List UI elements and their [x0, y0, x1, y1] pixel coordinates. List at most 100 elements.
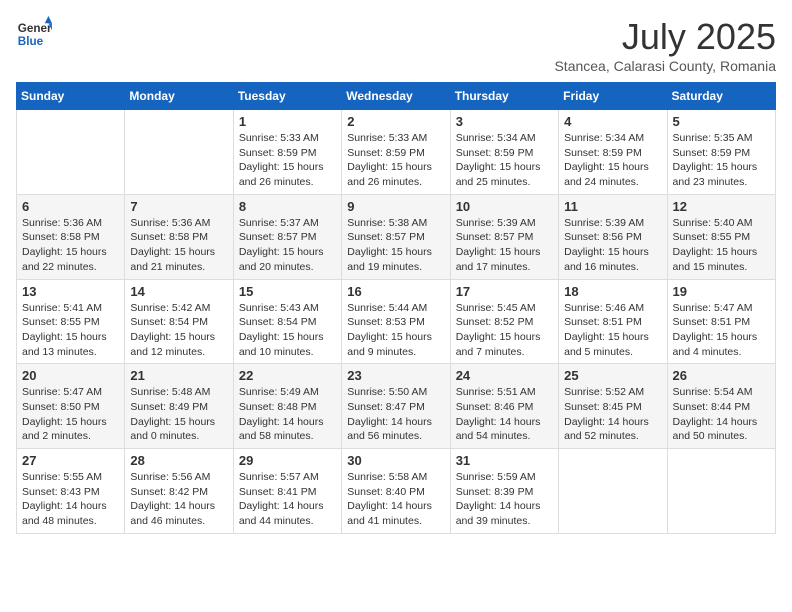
calendar-cell: 14 Sunrise: 5:42 AMSunset: 8:54 PMDayligh…	[125, 279, 233, 364]
svg-text:General: General	[18, 22, 52, 35]
page-header: General Blue July 2025 Stancea, Calarasi…	[16, 16, 776, 74]
day-number: 27	[22, 453, 119, 468]
day-info: Sunrise: 5:54 AMSunset: 8:44 PMDaylight:…	[673, 385, 770, 444]
calendar-week-row: 6 Sunrise: 5:36 AMSunset: 8:58 PMDaylight…	[17, 194, 776, 279]
calendar-cell: 26 Sunrise: 5:54 AMSunset: 8:44 PMDayligh…	[667, 364, 775, 449]
day-info: Sunrise: 5:59 AMSunset: 8:39 PMDaylight:…	[456, 470, 553, 529]
calendar-cell	[667, 449, 775, 534]
col-header-thursday: Thursday	[450, 83, 558, 110]
calendar-cell: 15 Sunrise: 5:43 AMSunset: 8:54 PMDayligh…	[233, 279, 341, 364]
day-info: Sunrise: 5:52 AMSunset: 8:45 PMDaylight:…	[564, 385, 661, 444]
day-number: 17	[456, 284, 553, 299]
col-header-wednesday: Wednesday	[342, 83, 450, 110]
month-title: July 2025	[554, 16, 776, 58]
day-number: 26	[673, 368, 770, 383]
day-number: 21	[130, 368, 227, 383]
calendar-cell: 29 Sunrise: 5:57 AMSunset: 8:41 PMDayligh…	[233, 449, 341, 534]
col-header-friday: Friday	[559, 83, 667, 110]
day-number: 25	[564, 368, 661, 383]
day-number: 23	[347, 368, 444, 383]
day-number: 8	[239, 199, 336, 214]
svg-text:Blue: Blue	[18, 35, 44, 48]
day-info: Sunrise: 5:39 AMSunset: 8:56 PMDaylight:…	[564, 216, 661, 275]
calendar-week-row: 13 Sunrise: 5:41 AMSunset: 8:55 PMDayligh…	[17, 279, 776, 364]
day-info: Sunrise: 5:44 AMSunset: 8:53 PMDaylight:…	[347, 301, 444, 360]
calendar-cell	[17, 110, 125, 195]
calendar-cell: 18Sunrise: 5:46 AMSunset: 8:51 PMDayligh…	[559, 279, 667, 364]
day-number: 29	[239, 453, 336, 468]
day-info: Sunrise: 5:41 AMSunset: 8:55 PMDaylight:…	[22, 301, 119, 360]
calendar-cell: 16 Sunrise: 5:44 AMSunset: 8:53 PMDayligh…	[342, 279, 450, 364]
day-number: 28	[130, 453, 227, 468]
calendar-cell: 23 Sunrise: 5:50 AMSunset: 8:47 PMDayligh…	[342, 364, 450, 449]
calendar-cell: 25 Sunrise: 5:52 AMSunset: 8:45 PMDayligh…	[559, 364, 667, 449]
calendar-header-row: SundayMondayTuesdayWednesdayThursdayFrid…	[17, 83, 776, 110]
calendar-cell	[559, 449, 667, 534]
calendar-cell: 21 Sunrise: 5:48 AMSunset: 8:49 PMDayligh…	[125, 364, 233, 449]
calendar-cell: 1 Sunrise: 5:33 AMSunset: 8:59 PMDaylight…	[233, 110, 341, 195]
day-number: 1	[239, 114, 336, 129]
day-number: 30	[347, 453, 444, 468]
day-info: Sunrise: 5:49 AMSunset: 8:48 PMDaylight:…	[239, 385, 336, 444]
day-number: 14	[130, 284, 227, 299]
day-info: Sunrise: 5:48 AMSunset: 8:49 PMDaylight:…	[130, 385, 227, 444]
day-info: Sunrise: 5:35 AMSunset: 8:59 PMDaylight:…	[673, 131, 770, 190]
calendar-cell: 17 Sunrise: 5:45 AMSunset: 8:52 PMDayligh…	[450, 279, 558, 364]
day-number: 5	[673, 114, 770, 129]
calendar-table: SundayMondayTuesdayWednesdayThursdayFrid…	[16, 82, 776, 534]
col-header-saturday: Saturday	[667, 83, 775, 110]
day-info: Sunrise: 5:58 AMSunset: 8:40 PMDaylight:…	[347, 470, 444, 529]
calendar-cell: 19Sunrise: 5:47 AMSunset: 8:51 PMDayligh…	[667, 279, 775, 364]
calendar-cell: 11 Sunrise: 5:39 AMSunset: 8:56 PMDayligh…	[559, 194, 667, 279]
day-info: Sunrise: 5:55 AMSunset: 8:43 PMDaylight:…	[22, 470, 119, 529]
calendar-cell: 7 Sunrise: 5:36 AMSunset: 8:58 PMDaylight…	[125, 194, 233, 279]
subtitle: Stancea, Calarasi County, Romania	[554, 58, 776, 74]
day-info: Sunrise: 5:57 AMSunset: 8:41 PMDaylight:…	[239, 470, 336, 529]
day-number: 15	[239, 284, 336, 299]
day-info: Sunrise: 5:33 AMSunset: 8:59 PMDaylight:…	[239, 131, 336, 190]
day-number: 22	[239, 368, 336, 383]
logo: General Blue	[16, 16, 56, 52]
calendar-cell: 22 Sunrise: 5:49 AMSunset: 8:48 PMDayligh…	[233, 364, 341, 449]
day-info: Sunrise: 5:46 AMSunset: 8:51 PMDaylight:…	[564, 301, 661, 360]
day-number: 7	[130, 199, 227, 214]
calendar-cell: 24Sunrise: 5:51 AMSunset: 8:46 PMDayligh…	[450, 364, 558, 449]
col-header-sunday: Sunday	[17, 83, 125, 110]
calendar-cell: 28Sunrise: 5:56 AMSunset: 8:42 PMDayligh…	[125, 449, 233, 534]
day-info: Sunrise: 5:43 AMSunset: 8:54 PMDaylight:…	[239, 301, 336, 360]
calendar-cell: 30 Sunrise: 5:58 AMSunset: 8:40 PMDayligh…	[342, 449, 450, 534]
calendar-cell: 31Sunrise: 5:59 AMSunset: 8:39 PMDayligh…	[450, 449, 558, 534]
calendar-cell: 3Sunrise: 5:34 AMSunset: 8:59 PMDaylight…	[450, 110, 558, 195]
day-info: Sunrise: 5:33 AMSunset: 8:59 PMDaylight:…	[347, 131, 444, 190]
calendar-cell: 12 Sunrise: 5:40 AMSunset: 8:55 PMDayligh…	[667, 194, 775, 279]
day-info: Sunrise: 5:36 AMSunset: 8:58 PMDaylight:…	[22, 216, 119, 275]
calendar-cell: 9 Sunrise: 5:38 AMSunset: 8:57 PMDaylight…	[342, 194, 450, 279]
calendar-cell: 27 Sunrise: 5:55 AMSunset: 8:43 PMDayligh…	[17, 449, 125, 534]
day-number: 13	[22, 284, 119, 299]
logo-icon: General Blue	[16, 16, 52, 52]
day-info: Sunrise: 5:36 AMSunset: 8:58 PMDaylight:…	[130, 216, 227, 275]
col-header-tuesday: Tuesday	[233, 83, 341, 110]
title-section: July 2025 Stancea, Calarasi County, Roma…	[554, 16, 776, 74]
calendar-cell: 8 Sunrise: 5:37 AMSunset: 8:57 PMDaylight…	[233, 194, 341, 279]
day-info: Sunrise: 5:45 AMSunset: 8:52 PMDaylight:…	[456, 301, 553, 360]
day-number: 16	[347, 284, 444, 299]
day-number: 10	[456, 199, 553, 214]
day-number: 6	[22, 199, 119, 214]
day-number: 11	[564, 199, 661, 214]
day-number: 2	[347, 114, 444, 129]
day-number: 9	[347, 199, 444, 214]
day-number: 20	[22, 368, 119, 383]
calendar-cell: 2 Sunrise: 5:33 AMSunset: 8:59 PMDaylight…	[342, 110, 450, 195]
col-header-monday: Monday	[125, 83, 233, 110]
day-info: Sunrise: 5:51 AMSunset: 8:46 PMDaylight:…	[456, 385, 553, 444]
day-info: Sunrise: 5:50 AMSunset: 8:47 PMDaylight:…	[347, 385, 444, 444]
day-info: Sunrise: 5:38 AMSunset: 8:57 PMDaylight:…	[347, 216, 444, 275]
calendar-cell: 4Sunrise: 5:34 AMSunset: 8:59 PMDaylight…	[559, 110, 667, 195]
day-info: Sunrise: 5:40 AMSunset: 8:55 PMDaylight:…	[673, 216, 770, 275]
day-info: Sunrise: 5:47 AMSunset: 8:50 PMDaylight:…	[22, 385, 119, 444]
day-info: Sunrise: 5:47 AMSunset: 8:51 PMDaylight:…	[673, 301, 770, 360]
day-info: Sunrise: 5:37 AMSunset: 8:57 PMDaylight:…	[239, 216, 336, 275]
day-info: Sunrise: 5:42 AMSunset: 8:54 PMDaylight:…	[130, 301, 227, 360]
day-number: 12	[673, 199, 770, 214]
